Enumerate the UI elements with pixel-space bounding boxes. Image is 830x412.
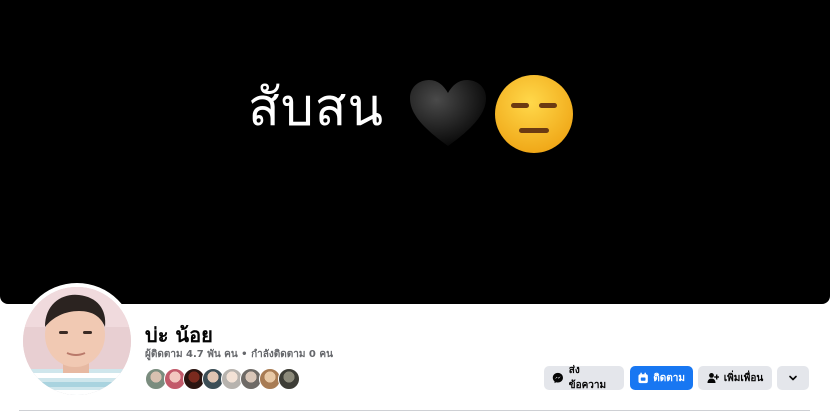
black-heart-icon xyxy=(410,80,486,146)
chevron-down-icon xyxy=(789,375,797,381)
more-options-button[interactable] xyxy=(777,366,809,390)
followers-count[interactable]: 4.7 พัน xyxy=(186,349,221,360)
following-count[interactable]: 0 xyxy=(309,349,316,360)
header-divider xyxy=(19,410,810,411)
add-friend-button-label: เพิ่มเพื่อน xyxy=(723,372,764,384)
avatar[interactable] xyxy=(23,287,131,395)
profile-stats: ผู้ติดตาม 4.7 พัน คน • กำลังติดตาม 0 คน xyxy=(145,347,333,362)
follow-icon xyxy=(638,372,648,384)
stats-separator: • xyxy=(241,349,248,360)
add-friend-icon xyxy=(707,373,719,383)
add-friend-button[interactable]: เพิ่มเพื่อน xyxy=(698,366,772,390)
following-unit: คน xyxy=(319,349,333,360)
follow-button-label: ติดตาม xyxy=(653,372,685,384)
follow-button[interactable]: ติดตาม xyxy=(630,366,693,390)
followers-label[interactable]: ผู้ติดตาม xyxy=(145,349,183,360)
message-button-label: ส่งข้อความ xyxy=(568,365,607,391)
avatar-image xyxy=(23,287,131,395)
expressionless-face-icon xyxy=(495,75,573,153)
friend-avatar[interactable] xyxy=(278,368,300,390)
following-label[interactable]: กำลังติดตาม xyxy=(251,349,305,360)
messenger-icon xyxy=(552,372,563,384)
cover-photo[interactable]: สับสน xyxy=(0,0,830,304)
cover-caption: สับสน xyxy=(248,78,385,138)
message-button[interactable]: ส่งข้อความ xyxy=(544,365,624,391)
followers-unit: คน xyxy=(224,349,238,360)
